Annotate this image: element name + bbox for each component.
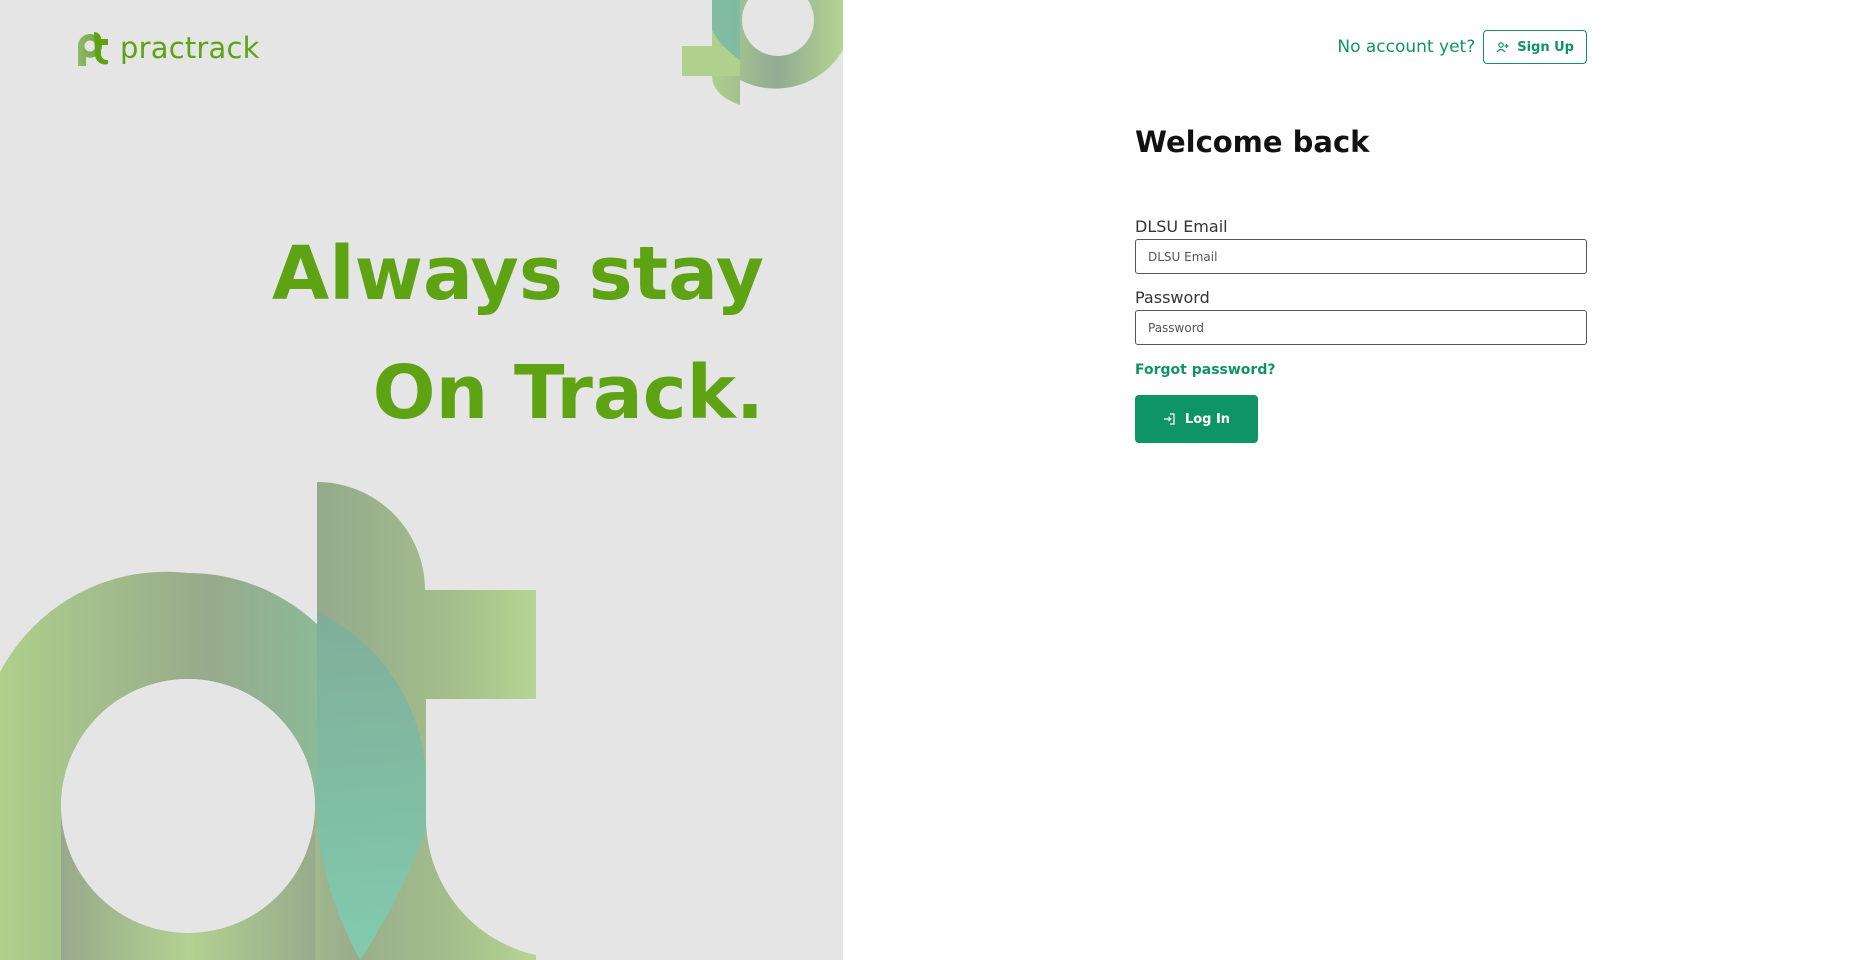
forgot-password-link[interactable]: Forgot password? bbox=[1135, 362, 1275, 378]
password-field[interactable] bbox=[1135, 310, 1587, 345]
login-form: Welcome back DLSU Email Password Forgot … bbox=[1135, 125, 1587, 443]
signup-button-label: Sign Up bbox=[1517, 39, 1574, 55]
user-plus-icon bbox=[1496, 41, 1509, 52]
logo[interactable]: practrack bbox=[78, 30, 260, 66]
brand-graphic bbox=[0, 0, 843, 960]
practrack-logo-icon bbox=[78, 32, 108, 66]
tagline: Always stay On Track. bbox=[272, 215, 764, 453]
logo-text: practrack bbox=[120, 31, 260, 65]
tagline-line-2: On Track. bbox=[372, 350, 764, 436]
brand-panel: practrack Always stay On Track. bbox=[0, 0, 843, 960]
signup-prompt: No account yet? Sign Up bbox=[1337, 30, 1587, 64]
password-group: Password bbox=[1135, 288, 1587, 345]
email-label: DLSU Email bbox=[1135, 217, 1228, 236]
page-title: Welcome back bbox=[1135, 125, 1370, 159]
email-field[interactable] bbox=[1135, 239, 1587, 274]
login-button-label: Log In bbox=[1184, 411, 1231, 427]
login-icon bbox=[1163, 413, 1175, 425]
signup-button[interactable]: Sign Up bbox=[1483, 30, 1587, 64]
login-button[interactable]: Log In bbox=[1135, 395, 1258, 443]
email-group: DLSU Email bbox=[1135, 217, 1587, 274]
no-account-text: No account yet? bbox=[1337, 37, 1476, 57]
password-label: Password bbox=[1135, 288, 1210, 307]
tagline-line-1: Always stay bbox=[271, 231, 764, 317]
